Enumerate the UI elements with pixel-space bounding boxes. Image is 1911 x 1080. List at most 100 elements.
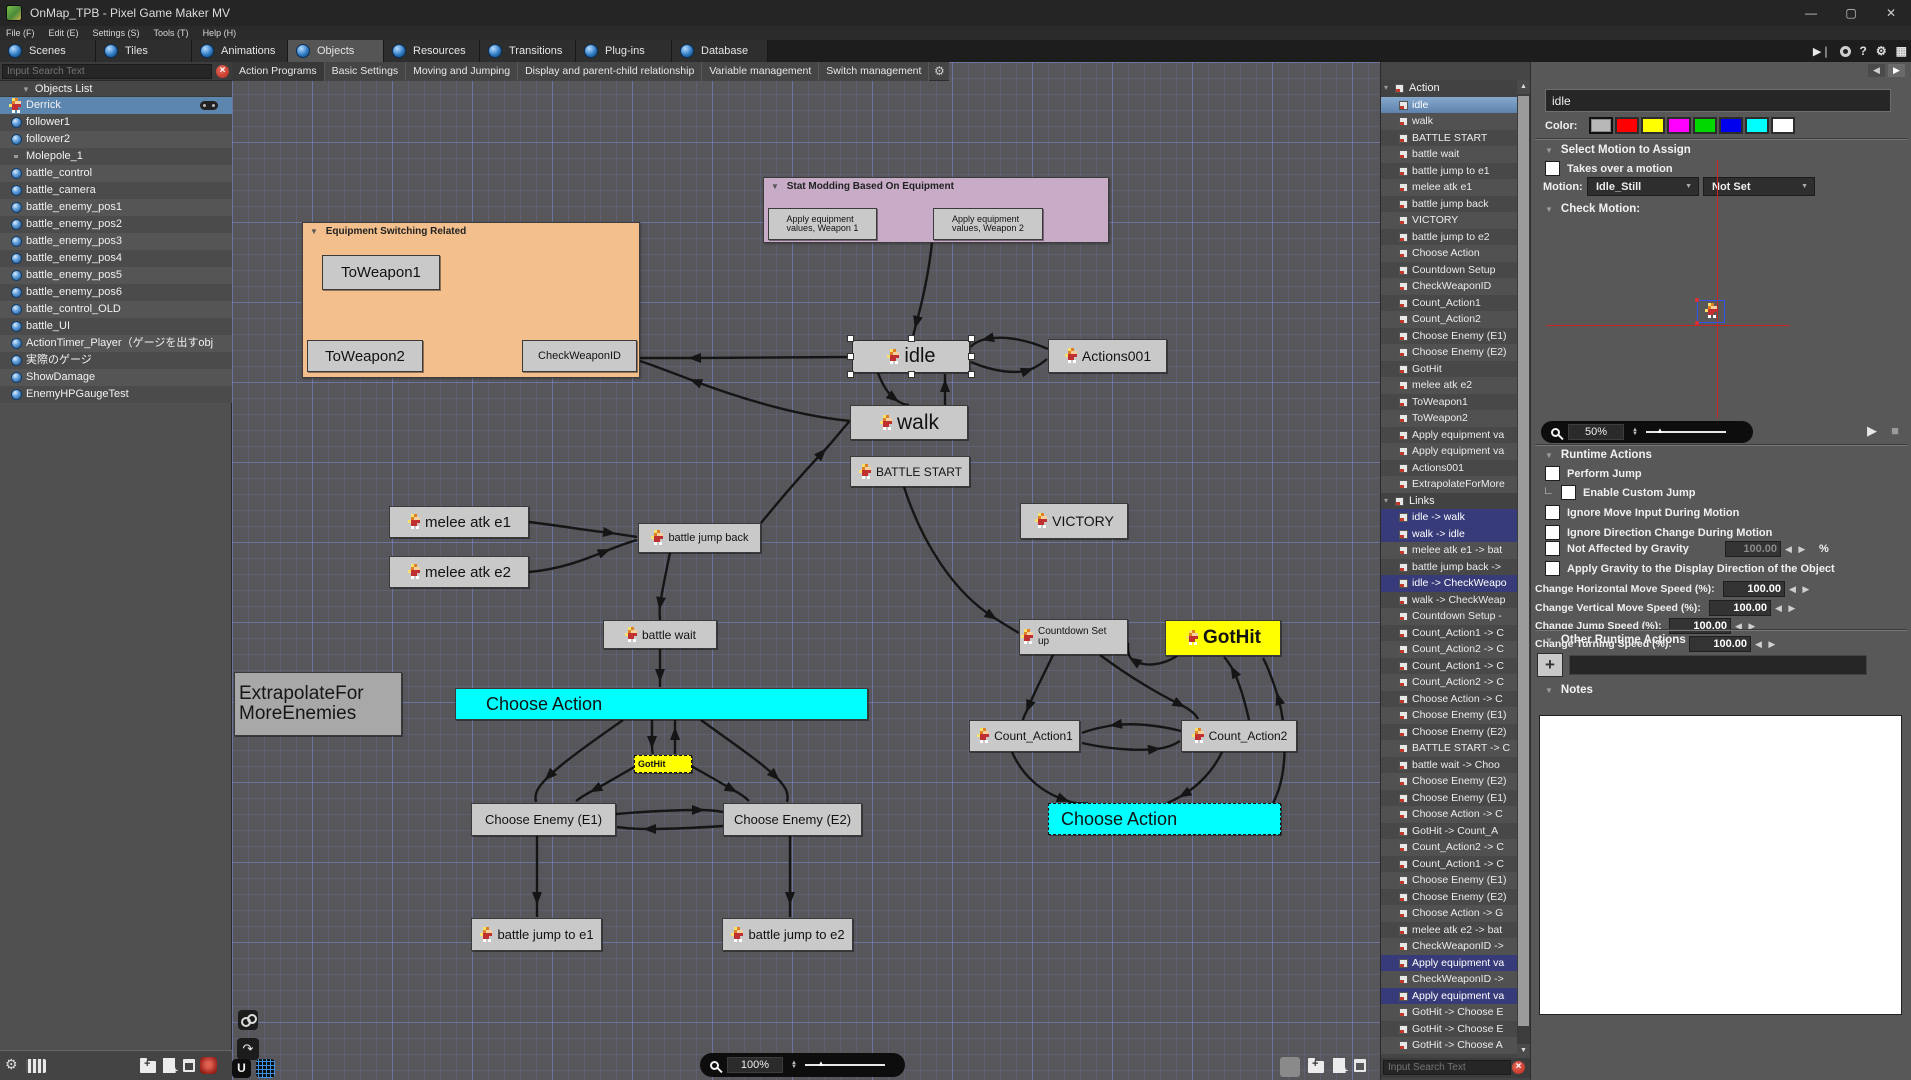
- nav-forward-icon[interactable]: ▶: [1888, 64, 1905, 77]
- actions-search-input[interactable]: [1383, 1060, 1511, 1075]
- link-list-item[interactable]: battle jump back ->: [1381, 559, 1518, 576]
- tab-tiles[interactable]: Tiles: [96, 40, 192, 62]
- menu-item-tools[interactable]: Tools (T): [154, 28, 189, 38]
- clear-search-icon[interactable]: ×: [1512, 1061, 1525, 1074]
- link-list-item[interactable]: Choose Enemy (E1): [1381, 790, 1518, 807]
- canvas-zoom-value[interactable]: 100%: [727, 1057, 783, 1073]
- nav-back-icon[interactable]: ◀: [1868, 64, 1885, 77]
- runtime-actions-header[interactable]: ▼Runtime Actions: [1545, 449, 1652, 461]
- action-list-item[interactable]: melee atk e1: [1381, 179, 1518, 196]
- object-list-item[interactable]: battle_UI: [0, 318, 232, 335]
- link-arrow[interactable]: [1012, 752, 1088, 804]
- subtab-action-programs[interactable]: Action Programs: [232, 62, 325, 81]
- action-list-item[interactable]: battle jump to e1: [1381, 163, 1518, 180]
- link-list-item[interactable]: Count_Action1 -> C: [1381, 856, 1518, 873]
- node-battle-wait[interactable]: battle wait: [603, 620, 717, 649]
- action-list-item[interactable]: melee atk e2: [1381, 377, 1518, 394]
- link-arrow[interactable]: [1224, 657, 1249, 720]
- preview-zoom-value[interactable]: 50%: [1568, 424, 1624, 440]
- link-list-item[interactable]: Count_Action1 -> C: [1381, 625, 1518, 642]
- link-arrow[interactable]: [1023, 655, 1053, 720]
- color-swatch[interactable]: [1693, 117, 1717, 134]
- play-test-icon[interactable]: ▶❘: [1813, 45, 1831, 58]
- curved-arrow-icon[interactable]: ↷: [237, 1038, 259, 1060]
- action-list-item[interactable]: CheckWeaponID: [1381, 278, 1518, 295]
- tab-scenes[interactable]: Scenes: [0, 40, 96, 62]
- action-list-item[interactable]: Count_Action2: [1381, 311, 1518, 328]
- object-list-item[interactable]: battle_camera: [0, 182, 232, 199]
- action-list-item[interactable]: idle: [1381, 97, 1518, 114]
- notes-header[interactable]: ▼Notes: [1545, 684, 1593, 696]
- link-arrow[interactable]: [761, 422, 849, 523]
- tab-resources[interactable]: Resources: [384, 40, 480, 62]
- color-swatch[interactable]: [1589, 117, 1613, 134]
- link-list-item[interactable]: Choose Enemy (E2): [1381, 724, 1518, 741]
- node-gothit-big[interactable]: GotHit: [1165, 620, 1281, 656]
- link-list-item[interactable]: walk -> idle: [1381, 526, 1518, 543]
- object-list-item[interactable]: battle_control: [0, 165, 232, 182]
- runtime-checkbox[interactable]: [1545, 561, 1560, 576]
- link-list-item[interactable]: idle -> CheckWeapo: [1381, 575, 1518, 592]
- link-list-item[interactable]: Countdown Setup -: [1381, 608, 1518, 625]
- link-list-item[interactable]: Choose Enemy (E1): [1381, 707, 1518, 724]
- link-arrow[interactable]: [1167, 752, 1222, 803]
- object-list-item[interactable]: 実際のゲージ: [0, 352, 232, 369]
- zoom-spinner[interactable]: ▲▼: [791, 1061, 797, 1069]
- link-list-item[interactable]: melee atk e1 -> bat: [1381, 542, 1518, 559]
- motion-dropdown-2[interactable]: Not Set: [1703, 177, 1815, 196]
- gear-icon[interactable]: ⚙: [1876, 44, 1887, 58]
- link-arrow[interactable]: [576, 766, 636, 801]
- selection-handle[interactable]: [908, 335, 915, 342]
- gear-icon[interactable]: ⚙: [5, 1056, 18, 1073]
- selection-handle[interactable]: [847, 335, 854, 342]
- object-list-item[interactable]: follower2: [0, 131, 232, 148]
- tab-database[interactable]: Database: [672, 40, 768, 62]
- color-swatch[interactable]: [1719, 117, 1743, 134]
- runtime-checkbox[interactable]: [1545, 541, 1560, 556]
- stop-icon[interactable]: ■: [1891, 423, 1899, 438]
- trash-icon[interactable]: [1354, 1059, 1366, 1072]
- selection-handle[interactable]: [968, 353, 975, 360]
- link-arrow[interactable]: [639, 357, 852, 358]
- action-list-item[interactable]: Choose Enemy (E2): [1381, 344, 1518, 361]
- object-list-item[interactable]: battle_enemy_pos5: [0, 267, 232, 284]
- action-list-item[interactable]: Apply equipment va: [1381, 427, 1518, 444]
- action-list-item[interactable]: walk: [1381, 113, 1518, 130]
- node-choose-action-dashed[interactable]: Choose Action: [1048, 803, 1281, 835]
- link-list-item[interactable]: GotHit -> Choose A: [1381, 1037, 1518, 1054]
- node-actions001[interactable]: Actions001: [1048, 339, 1167, 373]
- object-list-item[interactable]: battle_enemy_pos3: [0, 233, 232, 250]
- scroll-down-icon[interactable]: ▼: [1517, 1044, 1530, 1058]
- selection-handle[interactable]: [847, 371, 854, 378]
- motion-dropdown[interactable]: Idle_Still: [1587, 177, 1699, 196]
- color-swatch[interactable]: [1641, 117, 1665, 134]
- object-list-item[interactable]: EnemyHPGaugeTest: [0, 386, 232, 403]
- link-arrow[interactable]: [529, 540, 637, 572]
- link-arrow[interactable]: [912, 242, 932, 339]
- object-list-item[interactable]: battle_enemy_pos1: [0, 199, 232, 216]
- link-arrow[interactable]: [652, 720, 653, 754]
- object-list-item[interactable]: battle_enemy_pos4: [0, 250, 232, 267]
- link-list-item[interactable]: Choose Action -> G: [1381, 905, 1518, 922]
- action-list-item[interactable]: ToWeapon1: [1381, 394, 1518, 411]
- link-list-item[interactable]: CheckWeaponID ->: [1381, 938, 1518, 955]
- add-page-icon[interactable]: [1333, 1058, 1345, 1073]
- link-arrow[interactable]: [1082, 741, 1180, 750]
- action-list-item[interactable]: ExtrapolateForMore: [1381, 476, 1518, 493]
- link-arrow[interactable]: [616, 810, 723, 814]
- links-header[interactable]: ▾Links: [1381, 493, 1518, 510]
- action-list-item[interactable]: Count_Action1: [1381, 295, 1518, 312]
- link-arrow[interactable]: [904, 487, 1019, 633]
- node-battle-start[interactable]: BATTLE START: [850, 456, 970, 487]
- tab-plug-ins[interactable]: Plug-ins: [576, 40, 672, 62]
- node-victory[interactable]: VICTORY: [1020, 503, 1128, 539]
- node-choose-enemy-e1[interactable]: Choose Enemy (E1): [471, 803, 616, 836]
- subtab-moving-and-jumping[interactable]: Moving and Jumping: [406, 62, 518, 81]
- node-toweapon2[interactable]: ToWeapon2: [307, 340, 423, 372]
- zoom-slider[interactable]: ▲: [805, 1064, 885, 1066]
- link-arrow[interactable]: [691, 766, 749, 801]
- monitor-icon[interactable]: ▦: [1896, 44, 1907, 58]
- stepper-arrows[interactable]: ◀ ▶: [1785, 544, 1807, 555]
- selection-handle[interactable]: [847, 353, 854, 360]
- node-choose-enemy-e2[interactable]: Choose Enemy (E2): [723, 803, 862, 836]
